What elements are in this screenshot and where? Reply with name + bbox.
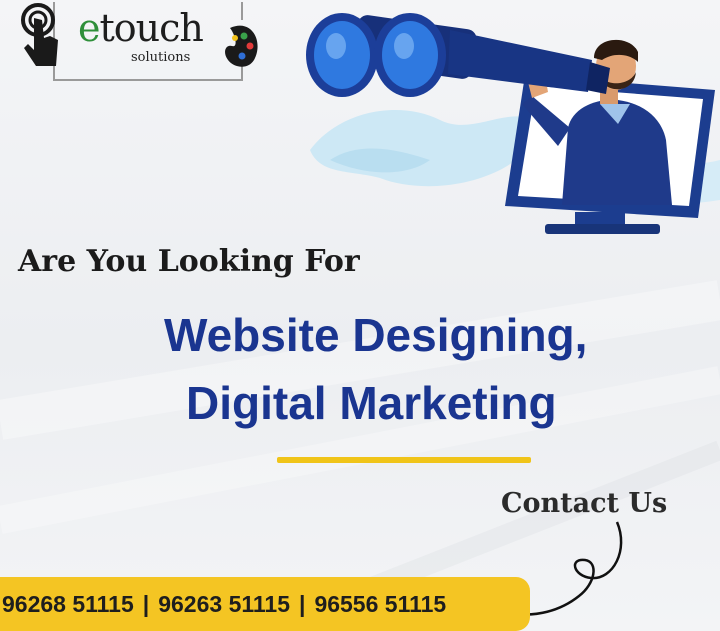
logo-tagline: solutions xyxy=(131,50,191,65)
logo-initial: e xyxy=(78,6,100,50)
logo-wordmark: etouch xyxy=(78,6,204,50)
headline: Are You Looking For xyxy=(18,244,360,279)
phone-number-1[interactable]: 96268 51115 xyxy=(2,591,134,618)
palette-icon xyxy=(225,25,258,67)
logo-word: touch xyxy=(99,6,204,50)
title-underline xyxy=(277,457,531,463)
brand-logo[interactable]: etouch solutions xyxy=(14,0,258,82)
touch-hand-icon xyxy=(21,3,58,66)
phone-separator: | xyxy=(142,591,150,617)
phone-number-2[interactable]: 96263 51115 xyxy=(158,591,290,618)
service-digital-marketing: Digital Marketing xyxy=(186,377,557,429)
phone-separator: | xyxy=(299,591,306,617)
binoculars-icon xyxy=(306,13,610,97)
hero-illustration xyxy=(306,13,720,234)
service-website-designing: Website Designing, xyxy=(164,309,588,361)
phone-number-3[interactable]: 96556 51115 xyxy=(314,591,446,618)
contact-label[interactable]: Contact Us xyxy=(501,488,667,519)
phone-numbers: 96268 51115 | 96263 51115 | 96556 51115 xyxy=(2,591,446,618)
